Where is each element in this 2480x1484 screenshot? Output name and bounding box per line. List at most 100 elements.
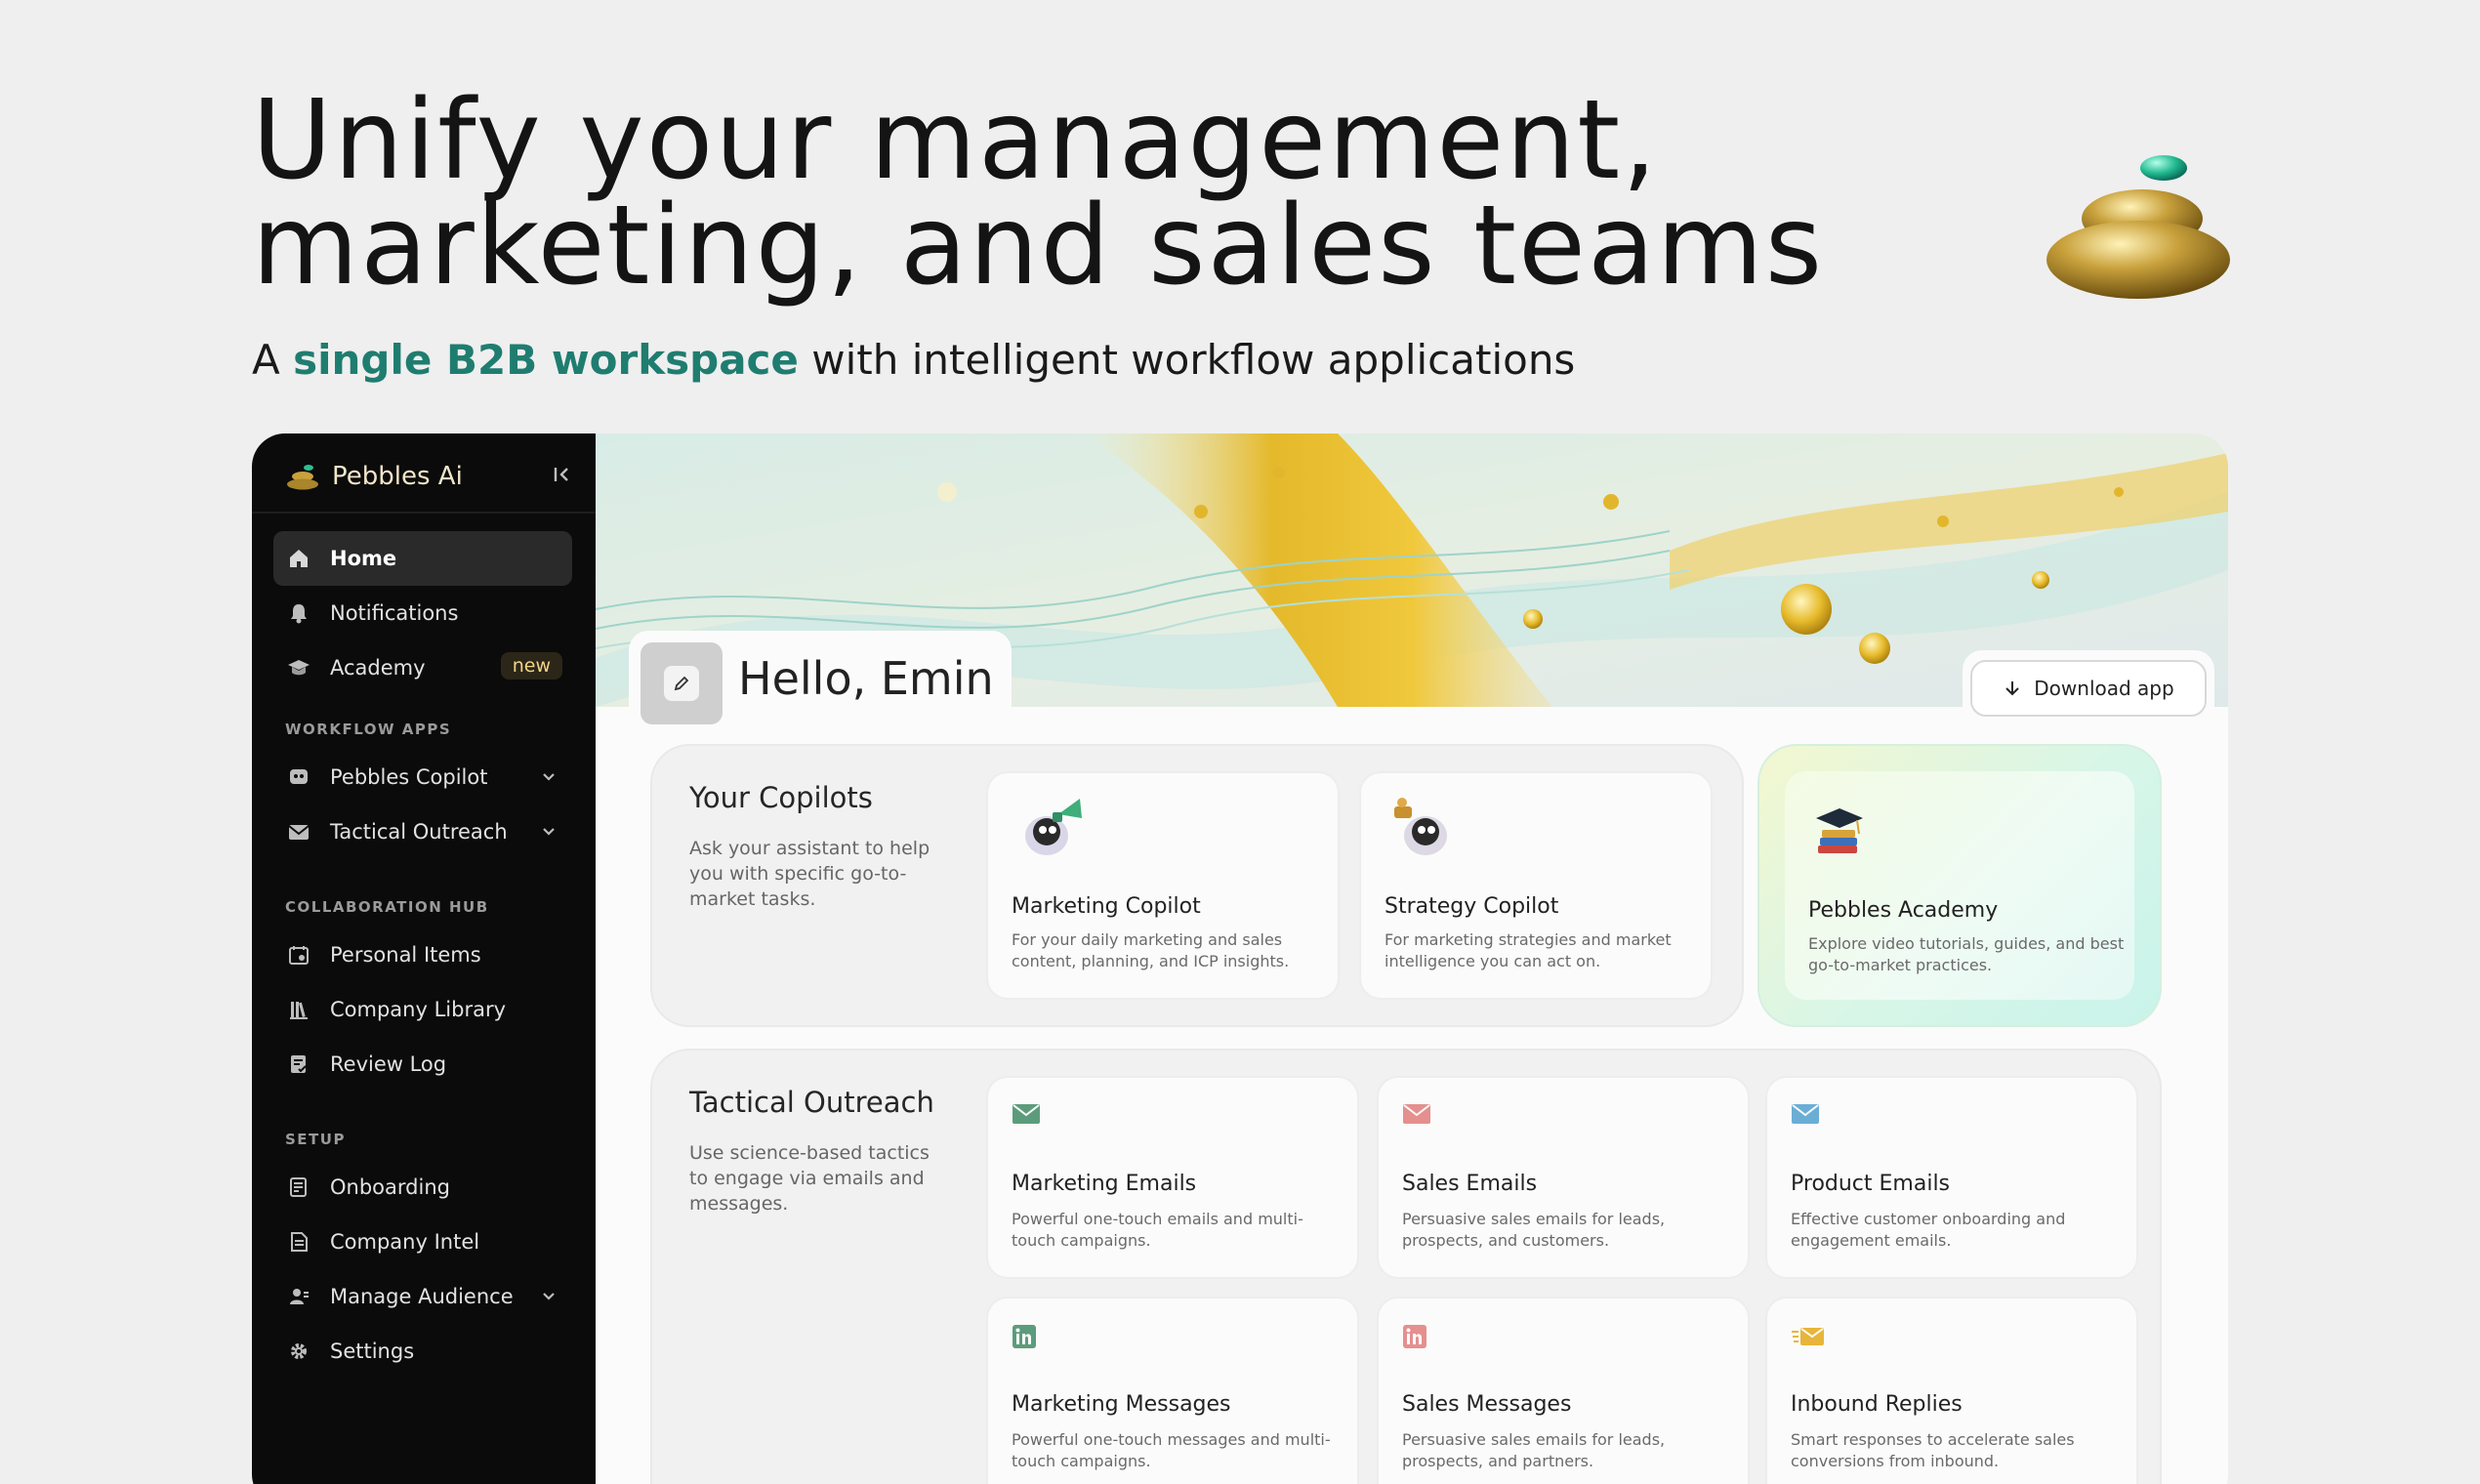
card-description: Effective customer onboarding and engage… [1791,1210,2066,1250]
sidebar-item-label: Settings [330,1340,415,1363]
document-icon [285,1228,312,1256]
sidebar-item-label: Notifications [330,601,459,625]
download-app-label: Download app [2034,677,2174,700]
onboarding-icon [285,1174,312,1201]
card-marketing-messages[interactable]: Marketing Messages Powerful one-touch me… [986,1297,1359,1484]
brand-name: Pebbles Ai [332,462,463,491]
academy-graduation-icon [1816,808,1863,853]
card-title: Marketing Emails [1012,1172,1197,1196]
chevron-down-icon [543,773,555,781]
collapse-sidebar-button[interactable] [545,457,580,492]
copilots-section: Your Copilots Ask your assistant to help… [650,744,1744,1027]
hero-subtitle: A single B2B workspace with intelligent … [252,336,1575,384]
card-inbound-replies[interactable]: Inbound Replies Smart responses to accel… [1765,1297,2138,1484]
card-description: Persuasive sales emails for leads, prosp… [1402,1210,1666,1250]
mail-icon [1792,1104,1819,1124]
robot-icon [285,763,312,791]
sidebar-item-label: Home [330,547,397,570]
hero-title-line-2: marketing, and sales teams [252,183,1825,309]
card-description: Persuasive sales emails for leads, prosp… [1402,1430,1666,1470]
sidebar-item-personal-items[interactable]: Personal Items [273,928,572,982]
tactical-outreach-section: Tactical Outreach Use science-based tact… [650,1049,2162,1484]
fast-mail-icon [1792,1328,1824,1345]
card-pebbles-academy[interactable]: Pebbles Academy Explore video tutorials,… [1757,744,2162,1027]
sidebar-item-company-intel[interactable]: Company Intel [273,1215,572,1269]
strategy-copilot-robot-icon [1394,798,1447,855]
sidebar-item-label: Company Intel [330,1230,480,1254]
sidebar: Pebbles Ai Home Notifications Academy ne… [252,433,596,1484]
edit-avatar-button[interactable] [664,666,699,701]
chevron-down-icon [543,828,555,836]
sidebar-item-label: Tactical Outreach [330,820,508,844]
card-title: Pebbles Academy [1808,898,1999,923]
section-description: Use science-based tactics to engage via … [689,1142,930,1215]
card-title: Marketing Copilot [1012,894,1201,919]
sidebar-item-notifications[interactable]: Notifications [273,586,572,640]
card-title: Sales Messages [1402,1392,1572,1417]
brand[interactable]: Pebbles Ai [287,455,463,498]
card-description: Smart responses to accelerate sales conv… [1791,1430,2075,1470]
section-label-collaboration-hub: COLLABORATION HUB [285,898,489,916]
card-title: Marketing Messages [1012,1392,1231,1417]
sidebar-item-settings[interactable]: Settings [273,1324,572,1379]
card-description: Powerful one-touch messages and multi-to… [1012,1430,1331,1470]
sidebar-item-tactical-outreach[interactable]: Tactical Outreach [273,804,572,859]
sidebar-item-onboarding[interactable]: Onboarding [273,1160,572,1215]
section-title: Tactical Outreach [689,1086,934,1119]
mail-icon [285,818,312,845]
card-description: For your daily marketing and sales conte… [1012,930,1290,970]
academy-card-inner: Pebbles Academy Explore video tutorials,… [1785,771,2134,1000]
sidebar-item-academy[interactable]: Academy new [273,640,572,695]
hero-subtitle-accent: single B2B workspace [293,336,799,384]
review-icon [285,1051,312,1078]
bell-icon [285,599,312,627]
card-marketing-emails[interactable]: Marketing Emails Powerful one-touch emai… [986,1076,1359,1279]
greeting: Hello, Emin [738,652,994,705]
sidebar-item-label: Onboarding [330,1175,450,1199]
hero-title-line-1: Unify your management, [252,77,1659,204]
section-label-setup: SETUP [285,1131,346,1148]
card-product-emails[interactable]: Product Emails Effective customer onboar… [1765,1076,2138,1279]
sidebar-item-label: Manage Audience [330,1285,514,1308]
main-content: Hello, Emin Download app Your Copilots A… [596,433,2228,1484]
hero-subtitle-prefix: A [252,336,294,384]
card-strategy-copilot[interactable]: Strategy Copilot For marketing strategie… [1359,771,1713,1000]
pebbles-logo-illustration [2046,155,2230,299]
download-app-button[interactable]: Download app [1970,660,2207,717]
card-title: Inbound Replies [1791,1392,1963,1417]
chevron-down-icon [543,1293,555,1300]
card-marketing-copilot[interactable]: Marketing Copilot For your daily marketi… [986,771,1340,1000]
sidebar-item-label: Company Library [330,998,507,1021]
sidebar-item-label: Review Log [330,1052,447,1076]
calendar-icon [285,941,312,969]
collapse-icon [554,468,568,481]
section-label-workflow-apps: WORKFLOW APPS [285,721,452,738]
section-description: Ask your assistant to help you with spec… [689,838,930,910]
card-sales-emails[interactable]: Sales Emails Persuasive sales emails for… [1377,1076,1750,1279]
section-title: Your Copilots [689,781,873,814]
mail-icon [1403,1104,1430,1124]
audience-icon [285,1283,312,1310]
card-description: Powerful one-touch emails and multi-touc… [1012,1210,1303,1250]
avatar[interactable] [641,642,723,724]
card-title: Strategy Copilot [1385,894,1559,919]
sidebar-item-review-log[interactable]: Review Log [273,1037,572,1092]
download-arrow-icon [2005,681,2019,696]
hero-subtitle-suffix: with intelligent workflow applications [798,336,1576,384]
sidebar-item-pebbles-copilot[interactable]: Pebbles Copilot [273,750,572,804]
pebbles-logo-icon [287,465,318,490]
mail-icon [1013,1104,1040,1124]
graduation-cap-icon [285,654,312,681]
card-sales-messages[interactable]: Sales Messages Persuasive sales emails f… [1377,1297,1750,1484]
sidebar-item-label: Academy [330,656,426,680]
pencil-icon [674,676,689,691]
sidebar-divider [252,512,596,514]
sidebar-item-manage-audience[interactable]: Manage Audience [273,1269,572,1324]
marketing-copilot-robot-icon [1025,799,1082,855]
linkedin-icon [1403,1325,1426,1348]
library-icon [285,996,312,1023]
sidebar-item-home[interactable]: Home [273,531,572,586]
card-description: For marketing strategies and market inte… [1385,930,1672,970]
card-description: Explore video tutorials, guides, and bes… [1808,934,2125,974]
sidebar-item-company-library[interactable]: Company Library [273,982,572,1037]
